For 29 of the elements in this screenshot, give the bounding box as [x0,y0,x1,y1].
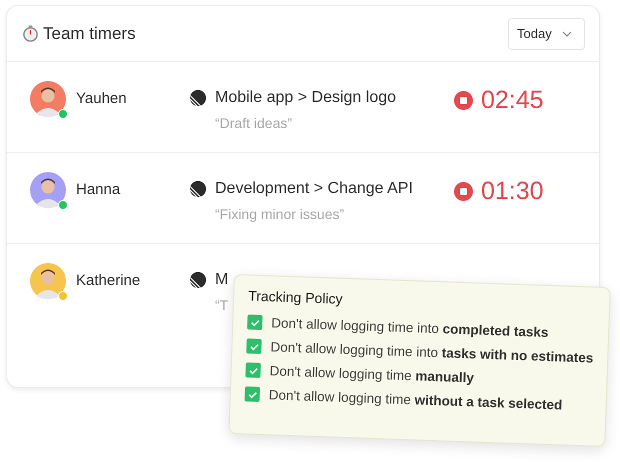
task-note: “Fixing minor issues” [215,206,344,222]
task-note: “T [215,297,228,313]
checkbox[interactable] [244,386,260,402]
policy-rule: Don't allow logging time manually [269,363,474,386]
policy-rule: Don't allow logging time into tasks with no estimates [270,339,594,366]
policy-rule: Don't allow logging time without a task selected [268,387,563,413]
member-name: Yauhen [76,90,128,107]
member-name: Katherine [76,272,142,289]
task-path: M [215,271,228,289]
timer-value: 01:30 [481,177,544,206]
stopwatch-icon [22,25,39,42]
checkbox[interactable] [245,362,261,378]
member-name: Hanna [76,181,122,198]
checkbox[interactable] [247,314,263,330]
stop-button[interactable] [454,91,473,110]
striped-circle-icon [189,89,207,107]
checkbox[interactable] [246,338,262,354]
policy-title: Tracking Policy [248,288,344,309]
chevron-down-icon [562,30,572,36]
striped-circle-icon [189,271,207,289]
policy-rule: Don't allow logging time into completed tasks [271,315,549,340]
card-title: Team timers [43,24,136,44]
stop-button[interactable] [454,182,473,201]
task-path: Mobile app > Design logo [215,89,396,107]
task-note: “Draft ideas” [215,115,292,131]
task-path: Development > Change API [215,180,413,198]
range-dropdown[interactable]: Today [508,18,585,50]
timer-value: 02:45 [481,86,544,115]
striped-circle-icon [189,180,207,198]
